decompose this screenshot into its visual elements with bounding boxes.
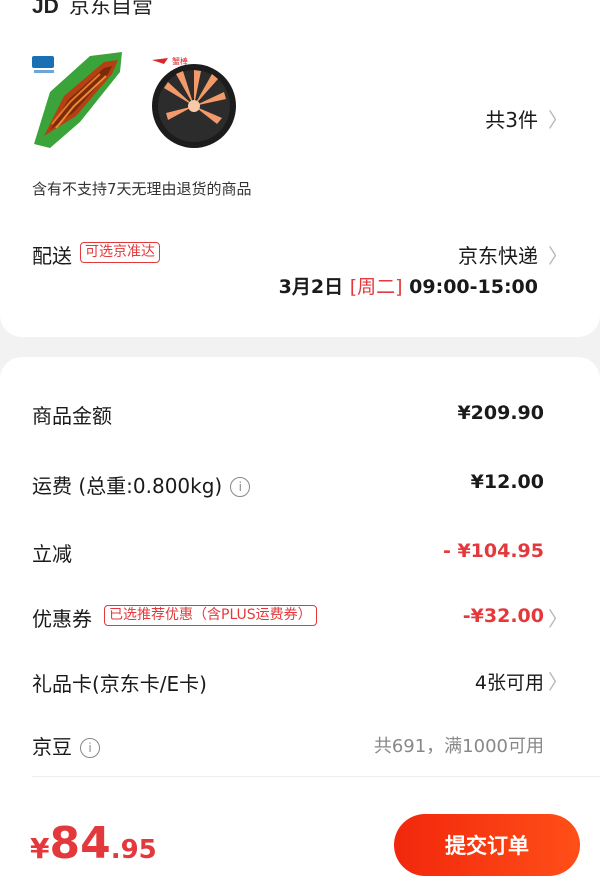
chevron-right-icon[interactable]: 〉 bbox=[548, 104, 568, 133]
submit-order-button[interactable]: 提交订单 bbox=[394, 814, 580, 876]
goods-amount-value: ¥209.90 bbox=[457, 402, 544, 424]
shipping-row: 运费 (总重:0.800kg) i bbox=[32, 470, 251, 499]
gift-card-label: 礼品卡(京东卡/E卡) bbox=[32, 672, 207, 696]
instant-discount-label: 立减 bbox=[32, 542, 72, 566]
item-count[interactable]: 共3件 bbox=[485, 104, 538, 133]
info-icon[interactable]: i bbox=[230, 477, 251, 497]
info-icon[interactable]: i bbox=[80, 738, 100, 758]
chevron-right-icon[interactable]: 〉 bbox=[548, 666, 568, 695]
jingdou-label: 京豆 bbox=[32, 735, 72, 759]
currency-symbol: ¥ bbox=[30, 832, 50, 865]
total-integer: 84 bbox=[49, 818, 111, 869]
product-thumbnail-crab-sticks[interactable]: 蟹棒 bbox=[146, 52, 242, 148]
jingdou-value: 共691，满1000可用 bbox=[373, 736, 544, 757]
goods-amount-label: 商品金额 bbox=[32, 404, 112, 428]
svg-text:蟹棒: 蟹棒 bbox=[172, 56, 188, 66]
divider bbox=[32, 776, 600, 777]
delivery-option-tag[interactable]: 可选京准达 bbox=[80, 242, 160, 263]
chevron-right-icon[interactable]: 〉 bbox=[548, 240, 568, 269]
store-name: 京东自营 bbox=[68, 0, 153, 18]
return-policy-notice: 含有不支持7天无理由退货的商品 bbox=[32, 180, 252, 198]
delivery-weekday: [周二] bbox=[349, 276, 403, 298]
coupon-value[interactable]: -¥32.00 bbox=[463, 605, 544, 627]
store-header: JD 京东自营 bbox=[32, 0, 153, 20]
coupon-tag[interactable]: 已选推荐优惠（含PLUS运费券） bbox=[104, 605, 317, 626]
product-thumbnail-eel[interactable] bbox=[30, 52, 126, 148]
shipping-label: 运费 (总重:0.800kg) bbox=[32, 474, 223, 498]
gift-card-value[interactable]: 4张可用 bbox=[475, 668, 544, 695]
total-decimal: .95 bbox=[110, 835, 157, 865]
chevron-right-icon[interactable]: 〉 bbox=[548, 603, 568, 632]
total-price: ¥84.95 bbox=[30, 818, 157, 869]
jingdou-row: 京豆 i bbox=[32, 731, 100, 760]
instant-discount-value: - ¥104.95 bbox=[442, 540, 544, 562]
delivery-date: 3月2日 bbox=[278, 276, 344, 298]
delivery-label: 配送 bbox=[32, 244, 72, 268]
shipping-value: ¥12.00 bbox=[470, 471, 544, 493]
delivery-time-range: 09:00-15:00 bbox=[409, 276, 538, 298]
jd-logo: JD bbox=[32, 0, 59, 18]
delivery-time[interactable]: 3月2日 [周二] 09:00-15:00 bbox=[279, 272, 538, 299]
delivery-method[interactable]: 京东快递 bbox=[458, 240, 538, 269]
coupon-label: 优惠券 bbox=[32, 607, 92, 631]
price-summary-card bbox=[0, 357, 600, 837]
